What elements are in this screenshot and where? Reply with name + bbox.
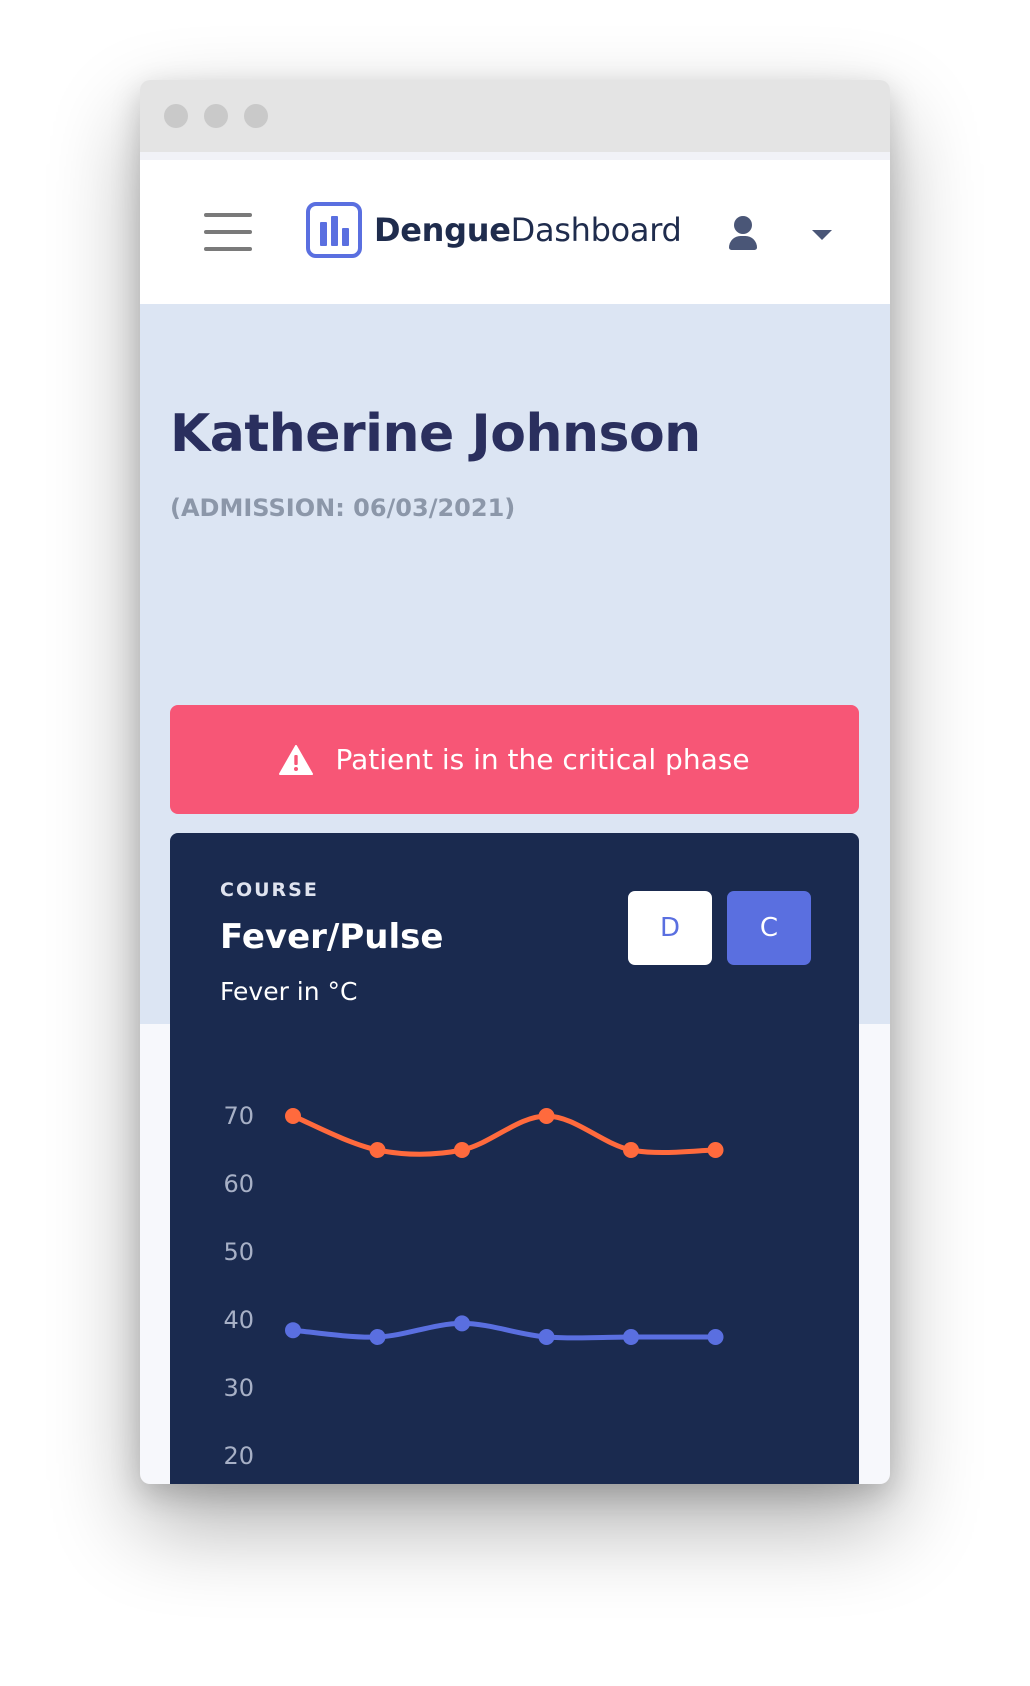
caret-down-icon[interactable] (812, 230, 832, 240)
toggle-d-button[interactable]: D (628, 891, 712, 965)
brand-name-bold: Dengue (374, 211, 511, 249)
y-tick-label: 40 (223, 1306, 254, 1334)
window-titlebar (140, 80, 890, 160)
brand-name: DengueDashboard (374, 211, 682, 249)
series-2-point[interactable] (623, 1329, 639, 1345)
series-2-point[interactable] (454, 1315, 470, 1332)
series-2-point[interactable] (707, 1329, 724, 1345)
brand[interactable]: DengueDashboard (306, 202, 682, 258)
series-1-point[interactable] (285, 1108, 301, 1124)
series-1-point[interactable] (623, 1142, 639, 1158)
series-1-point[interactable] (369, 1142, 386, 1158)
series-2-point[interactable] (285, 1322, 301, 1339)
series-2-point[interactable] (369, 1329, 386, 1345)
series-1-point[interactable] (538, 1108, 555, 1124)
y-tick-label: 30 (223, 1374, 254, 1402)
card-title: Fever/Pulse (220, 917, 444, 957)
hamburger-icon[interactable] (204, 213, 252, 251)
bar-chart-icon (306, 202, 362, 258)
card-overline: COURSE (220, 879, 319, 901)
warning-triangle-icon (279, 744, 314, 775)
y-tick-label: 70 (223, 1102, 254, 1130)
series-2-point[interactable] (538, 1329, 555, 1345)
minimize-window-dot[interactable] (204, 104, 228, 128)
top-navbar: DengueDashboard (140, 160, 890, 304)
patient-name: Katherine Johnson (170, 404, 701, 464)
y-tick-label: 50 (223, 1238, 254, 1266)
card-subtitle: Fever in °C (220, 977, 358, 1006)
close-window-dot[interactable] (164, 104, 188, 128)
brand-name-regular: Dashboard (510, 211, 682, 249)
maximize-window-dot[interactable] (244, 104, 268, 128)
alert-text: Patient is in the critical phase (335, 743, 750, 776)
series-1-point[interactable] (454, 1142, 470, 1158)
user-icon[interactable] (728, 216, 758, 250)
y-tick-label: 20 (223, 1442, 254, 1470)
admission-date: (ADMISSION: 06/03/2021) (170, 494, 516, 522)
y-tick-label: 60 (223, 1170, 254, 1198)
fever-pulse-chart: 70 60 50 40 30 20 (223, 1102, 724, 1470)
browser-window: DengueDashboard Katherine Johnson (ADMIS… (140, 80, 890, 1484)
course-chart-card: COURSE Fever/Pulse Fever in °C D C 70 60 5… (170, 833, 859, 1484)
series-line-1 (290, 1113, 718, 1157)
critical-phase-alert: Patient is in the critical phase (170, 705, 859, 814)
series-line-2 (290, 1320, 718, 1341)
series-1-point[interactable] (707, 1142, 724, 1158)
toggle-c-button[interactable]: C (727, 891, 811, 965)
